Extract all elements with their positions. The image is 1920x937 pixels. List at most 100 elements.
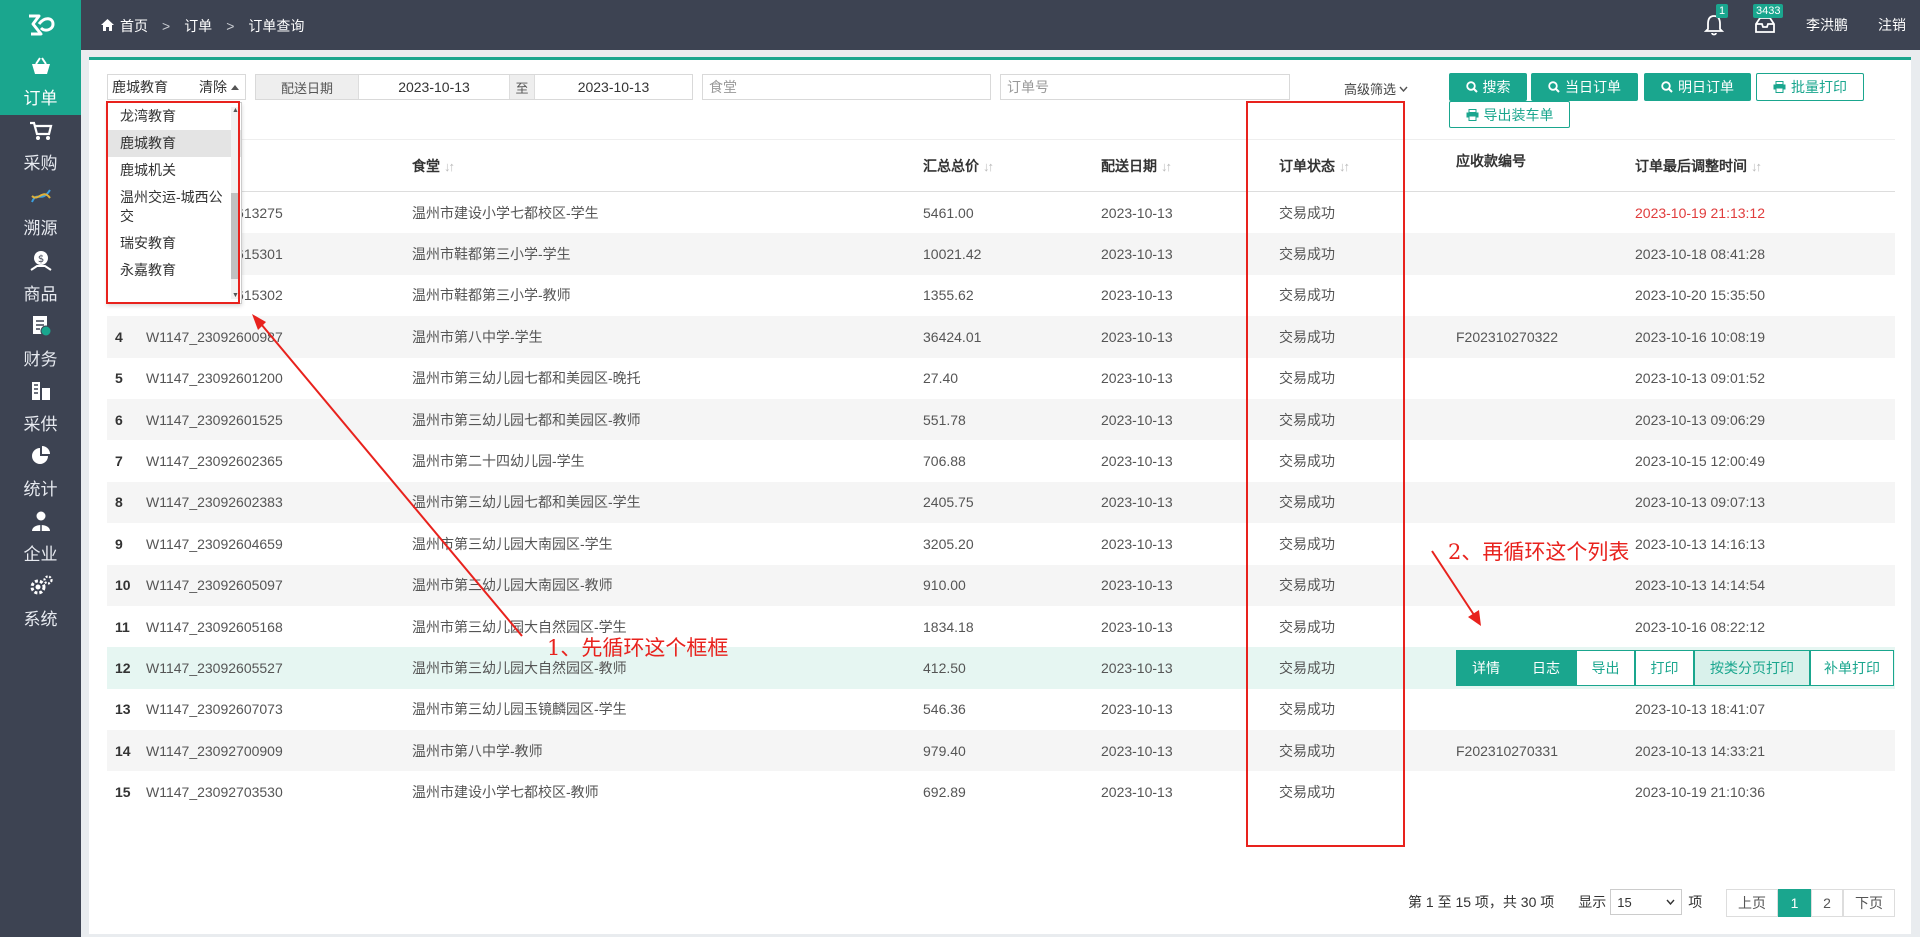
page-size-select[interactable]: 15 (1610, 889, 1683, 915)
table-row[interactable]: 1W1147_23092613275温州市建设小学七都校区-学生5461.002… (107, 192, 1895, 234)
table-row[interactable]: 11 W1147_23092605168 温州市第三幼儿园大自然园区-学生 1834.… (107, 606, 1895, 647)
export-truck-list-label: 导出装车单 (1483, 106, 1554, 123)
breadcrumb-orders[interactable]: 订单 (184, 16, 212, 36)
row-index: 5 (115, 370, 123, 387)
order-number[interactable]: W1147_23092703530 (146, 784, 283, 800)
table-row[interactable]: 5 W1147_23092601200 温州市第三幼儿园七都和美园区-晚托 27.40… (107, 358, 1895, 399)
annotation-box-dropdown (106, 101, 240, 304)
table-row[interactable]: 14 W1147_23092700909 温州市第八中学-教师 979.40 2023-… (107, 730, 1895, 772)
cell-canteen: 温州市第三幼儿园大南园区-学生 (412, 535, 613, 552)
sidebar-item-goods[interactable]: $ 商品 (0, 245, 81, 310)
cell-receivable (1456, 606, 1635, 647)
canteen-input[interactable]: 食堂 (702, 74, 991, 100)
category-print-button[interactable]: 按类分页打印 (1694, 649, 1810, 686)
table-row[interactable]: 13 W1147_23092607073 温州市第三幼儿园玉镜麟园区-学生 546.3… (107, 689, 1895, 730)
page-2-button[interactable]: 2 (1811, 889, 1843, 917)
cell-total: 706.88 (923, 453, 966, 470)
detail-button[interactable]: 详情 (1456, 649, 1516, 686)
sidebar-item-settings[interactable]: 系统 (0, 570, 81, 635)
message-button[interactable]: 3433 (1753, 4, 1784, 34)
print-button[interactable]: 打印 (1635, 649, 1694, 686)
breadcrumb-home[interactable]: 首页 (120, 16, 148, 36)
col-canteen[interactable]: 食堂 ↓↑ (412, 139, 923, 192)
table-row[interactable]: 6 W1147_23092601525 温州市第三幼儿园七都和美园区-教师 551.7… (107, 398, 1895, 441)
order-number[interactable]: W1147_23092605527 (146, 660, 283, 676)
order-number[interactable]: W1147_23092605097 (146, 577, 283, 593)
col-total[interactable]: 汇总总价 ↓↑ (923, 139, 1101, 192)
prev-page-button[interactable]: 上页 (1726, 889, 1778, 917)
table-row[interactable]: 15 W1147_23092703530 温州市建设小学七都校区-教师 692.89 2… (107, 771, 1895, 812)
sidebar-item-company[interactable]: 企业 (0, 505, 81, 570)
advanced-filter-toggle[interactable]: 高级筛选 (1344, 79, 1408, 98)
today-orders-button[interactable]: 当日订单 (1531, 73, 1638, 101)
cell-order-number: 9 W1147_23092604659 (107, 523, 412, 564)
order-number-input[interactable]: 订单号 (1000, 74, 1290, 100)
table-row[interactable]: 8 W1147_23092602383 温州市第三幼儿园七都和美园区-学生 2405.… (107, 481, 1895, 524)
order-number[interactable]: W1147_23092602365 (146, 453, 283, 469)
cell-canteen: 温州市鞋都第三小学-教师 (412, 287, 571, 304)
table-row[interactable]: 7 W1147_23092602365 温州市第二十四幼儿园-学生 706.88 202… (107, 440, 1895, 481)
logout-link[interactable]: 注销 (1878, 15, 1906, 35)
export-truck-list-button[interactable]: 导出装车单 (1449, 101, 1570, 128)
sidebar-item-basket[interactable]: 订单 (0, 50, 81, 115)
company-select[interactable]: 鹿城教育 清除 (107, 74, 246, 100)
order-number[interactable]: W1147_23092600987 (146, 329, 283, 345)
reprint-button[interactable]: 补单打印 (1810, 649, 1894, 686)
cell-total: 2405.75 (923, 481, 1101, 524)
log-button[interactable]: 日志 (1516, 649, 1576, 686)
row-index: 10 (115, 577, 131, 594)
sidebar-item-pie-chart[interactable]: 统计 (0, 440, 81, 505)
row-index: 7 (115, 453, 123, 470)
sort-icon[interactable]: ↓↑ (983, 159, 994, 174)
table-row[interactable]: 10 W1147_23092605097 温州市第三幼儿园大南园区-教师 910.00… (107, 564, 1895, 606)
top-right-tools: 1 3433 李洪鹏 注销 (1704, 0, 1920, 50)
cell-updated: 2023-10-13 14:16:13 (1635, 535, 1765, 552)
sidebar-item-label: 财务 (23, 350, 58, 369)
order-number[interactable]: W1147_23092700909 (146, 743, 283, 759)
order-number[interactable]: W1147_23092602383 (146, 494, 283, 510)
col-canteen-label: 食堂 (412, 157, 440, 174)
cell-total: 546.36 (923, 701, 966, 718)
page-1-button[interactable]: 1 (1778, 889, 1811, 917)
export-button[interactable]: 导出 (1576, 649, 1635, 686)
sidebar-item-supply[interactable]: 采供 (0, 375, 81, 440)
batch-print-button[interactable]: 批量打印 (1756, 73, 1864, 101)
cell-canteen: 温州市建设小学七都校区-学生 (412, 204, 599, 221)
sidebar-item-trace[interactable]: 溯源 (0, 180, 81, 245)
sort-icon[interactable]: ↓↑ (444, 159, 455, 174)
order-number[interactable]: W1147_23092601525 (146, 412, 283, 428)
date-from-input[interactable]: 2023-10-13 (359, 79, 509, 95)
date-to-input[interactable]: 2023-10-13 (535, 79, 692, 95)
clear-selection[interactable]: 清除 (199, 77, 227, 97)
sort-icon[interactable]: ↓↑ (1751, 159, 1762, 174)
user-name[interactable]: 李洪鹏 (1806, 15, 1848, 35)
cell-canteen: 温州市鞋都第三小学-学生 (412, 233, 923, 275)
tomorrow-orders-button[interactable]: 明日订单 (1644, 73, 1751, 101)
notification-button[interactable]: 1 (1704, 4, 1729, 36)
order-number[interactable]: W1147_23092605168 (146, 619, 283, 635)
tomorrow-orders-label: 明日订单 (1678, 79, 1734, 95)
search-button[interactable]: 搜索 (1449, 73, 1527, 101)
next-page-button[interactable]: 下页 (1843, 889, 1895, 917)
row-index: 6 (115, 411, 123, 428)
order-number[interactable]: W1147_23092601200 (146, 370, 283, 386)
search-button-label: 搜索 (1482, 79, 1511, 95)
printer-icon (1466, 108, 1478, 121)
sort-icon[interactable]: ↓↑ (1161, 159, 1172, 174)
table-row[interactable]: 4 W1147_23092600987 温州市第八中学-学生 36424.01 2023… (107, 316, 1895, 358)
sidebar-item-cart[interactable]: 采购 (0, 115, 81, 180)
table-row[interactable]: 3W1147_23092615302温州市鞋都第三小学-教师1355.62202… (107, 275, 1895, 316)
order-number[interactable]: W1147_23092604659 (146, 536, 283, 552)
row-index: 15 (115, 784, 131, 801)
page-size-unit: 项 (1688, 894, 1703, 910)
table-row[interactable]: 2W1147_23092615301温州市鞋都第三小学-学生10021.4220… (107, 233, 1895, 275)
app-logo[interactable] (0, 0, 81, 50)
cell-order-number: 5 W1147_23092601200 (107, 358, 412, 399)
cell-total: 27.40 (923, 370, 959, 387)
col-updated[interactable]: 订单最后调整时间 ↓↑ (1635, 139, 1895, 192)
table-row[interactable]: 12 W1147_23092605527 温州市第三幼儿园大自然园区-教师 412.5… (107, 647, 1895, 689)
cell-receivable (1456, 275, 1635, 316)
sidebar-item-finance[interactable]: 财务 (0, 310, 81, 375)
order-number[interactable]: W1147_23092607073 (146, 701, 283, 717)
sidebar: 订单 采购 溯源 $ 商品财务采供 统计 企业 系统 (0, 0, 81, 937)
